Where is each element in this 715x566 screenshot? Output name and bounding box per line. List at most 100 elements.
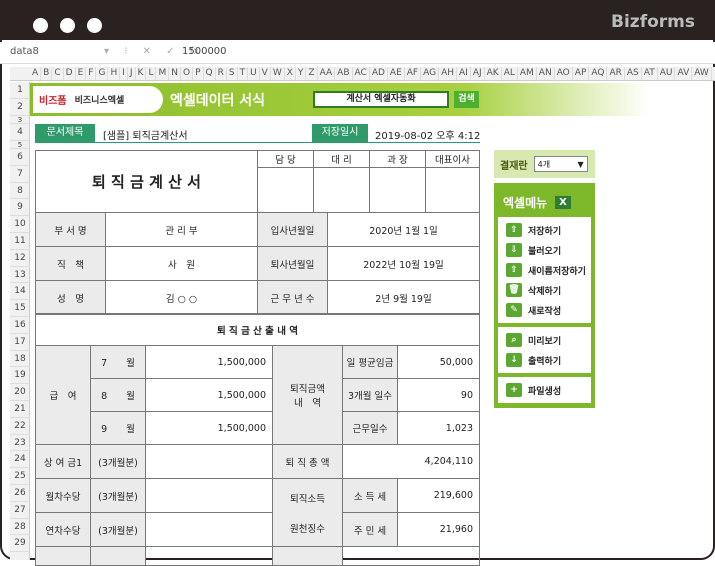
column-header[interactable]: E (76, 67, 87, 80)
row-header[interactable]: 29 (10, 535, 30, 553)
name-box[interactable]: data8 (10, 46, 78, 61)
column-header[interactable]: AB (335, 67, 353, 80)
column-header[interactable]: AE (388, 67, 405, 80)
column-header[interactable]: AD (370, 67, 388, 80)
column-header[interactable]: H (108, 67, 121, 80)
column-header[interactable]: X (285, 67, 296, 80)
column-header[interactable]: N (169, 67, 181, 80)
row-header[interactable]: 12 (10, 250, 30, 267)
column-header[interactable]: A (30, 67, 42, 80)
month-amount[interactable]: 1,500,000 (145, 378, 273, 412)
row-header[interactable]: 4 (10, 124, 30, 141)
search-button[interactable]: 검색 (454, 91, 479, 108)
window-dot[interactable] (60, 18, 75, 33)
approval-cell[interactable] (369, 167, 426, 213)
row-cell[interactable] (145, 546, 273, 566)
row-header[interactable]: 25 (10, 468, 30, 485)
column-header[interactable]: AG (421, 67, 440, 80)
row-header[interactable]: 5 (10, 141, 30, 149)
bonus-amount[interactable] (145, 444, 273, 479)
month-amount[interactable]: 1,500,000 (145, 411, 273, 445)
approval-cell[interactable] (425, 167, 480, 213)
column-header[interactable]: AF (405, 67, 422, 80)
column-header[interactable]: AJ (471, 67, 485, 80)
menu-item[interactable]: 🗑 삭제하기 (498, 280, 591, 300)
menu-item[interactable]: ✎ 새로작성 (498, 300, 591, 320)
column-header[interactable]: D (64, 67, 76, 80)
column-header[interactable]: M (156, 67, 170, 80)
row-header[interactable]: 6 (10, 149, 30, 166)
column-header[interactable]: R (216, 67, 227, 80)
menu-item[interactable]: + 파일생성 (498, 380, 591, 400)
row-header[interactable]: 18 (10, 351, 30, 368)
row-cell[interactable] (342, 546, 480, 566)
column-header[interactable]: Z (306, 67, 318, 80)
column-header[interactable]: AS (625, 67, 642, 80)
approval-cell[interactable] (257, 167, 314, 213)
row-header[interactable]: 22 (10, 418, 30, 435)
field-value[interactable]: 2년 9월 19일 (327, 280, 480, 315)
menu-item[interactable]: ⇩ 불러오기 (498, 240, 591, 260)
column-header[interactable]: K (136, 67, 147, 80)
row-header[interactable]: 15 (10, 300, 30, 317)
column-header[interactable]: Y (296, 67, 307, 80)
approval-count-select[interactable]: 4개 ▼ (533, 156, 588, 172)
row-header[interactable]: 23 (10, 435, 30, 452)
menu-item[interactable]: ⇧ 새이름저장하기 (498, 260, 591, 280)
column-header[interactable]: T (238, 67, 249, 80)
monthly-amount[interactable] (145, 478, 273, 513)
column-header[interactable]: F (86, 67, 97, 80)
row-header[interactable]: 26 (10, 485, 30, 502)
column-header[interactable]: AO (555, 67, 573, 80)
row-header[interactable]: 2 (10, 99, 30, 116)
window-dot[interactable] (33, 18, 48, 33)
tax-value[interactable]: 21,960 (397, 512, 480, 547)
row-header[interactable]: 7 (10, 166, 30, 183)
total-value[interactable]: 4,204,110 (342, 444, 480, 479)
column-header[interactable]: AH (439, 67, 458, 80)
detail-value[interactable]: 50,000 (397, 345, 480, 379)
search-input[interactable]: 계산서 엑셀자동화 (313, 91, 449, 108)
row-header[interactable]: 20 (10, 384, 30, 401)
row-header[interactable]: 28 (10, 519, 30, 536)
annual-amount[interactable] (145, 512, 273, 547)
column-header[interactable]: AN (537, 67, 555, 80)
column-header[interactable]: AR (607, 67, 625, 80)
formula-input[interactable]: 1500000 (182, 46, 227, 57)
row-header[interactable]: 16 (10, 317, 30, 334)
column-header[interactable]: AI (457, 67, 471, 80)
column-header[interactable]: AQ (589, 67, 608, 80)
column-header[interactable]: AC (353, 67, 370, 80)
column-header[interactable]: J (128, 67, 136, 80)
menu-item[interactable]: ↓ 출력하기 (498, 350, 591, 370)
row-header[interactable]: 8 (10, 183, 30, 200)
column-header[interactable]: Q (204, 67, 216, 80)
column-header[interactable]: AA (318, 67, 336, 80)
column-header[interactable]: W (271, 67, 285, 80)
row-header[interactable]: 21 (10, 401, 30, 418)
column-header[interactable]: L (146, 67, 157, 80)
tax-value[interactable]: 219,600 (397, 478, 480, 513)
field-value[interactable]: 김 ○ ○ (105, 280, 258, 315)
column-header[interactable]: U (248, 67, 260, 80)
window-dot[interactable] (87, 18, 102, 33)
row-header[interactable]: 27 (10, 502, 30, 519)
field-value[interactable]: 관 리 부 (105, 212, 258, 247)
field-value[interactable]: 2020년 1월 1일 (327, 212, 480, 247)
row-header[interactable]: 1 (10, 82, 30, 99)
row-header[interactable]: 14 (10, 283, 30, 301)
row-header[interactable]: 9 (10, 199, 30, 217)
field-value[interactable]: 사 원 (105, 246, 258, 281)
column-header[interactable]: AV (675, 67, 693, 80)
row-header[interactable]: 10 (10, 216, 30, 233)
row-header[interactable]: 24 (10, 451, 30, 469)
column-header[interactable]: S (227, 67, 238, 80)
column-header[interactable]: AM (518, 67, 537, 80)
column-header[interactable]: I (120, 67, 128, 80)
column-header[interactable]: AK (485, 67, 502, 80)
column-header[interactable]: V (260, 67, 271, 80)
row-header[interactable]: 13 (10, 267, 30, 284)
column-header[interactable]: C (52, 67, 64, 80)
row-header[interactable]: 3 (10, 116, 30, 124)
column-header[interactable]: G (96, 67, 109, 80)
